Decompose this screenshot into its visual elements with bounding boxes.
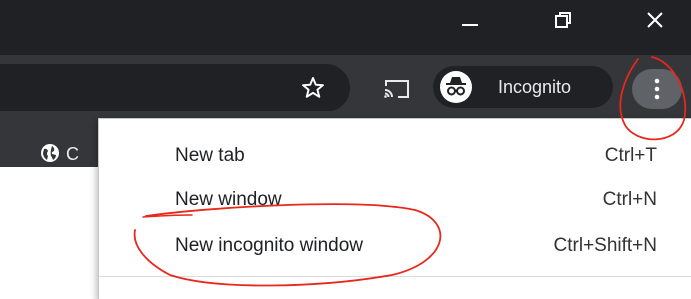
menu-item-new-tab[interactable]: New tab Ctrl+T xyxy=(99,136,691,178)
app-menu-dropdown: New tab Ctrl+T New window Ctrl+N New inc… xyxy=(98,118,691,299)
cast-icon[interactable] xyxy=(383,79,411,99)
menu-separator xyxy=(99,276,691,277)
star-icon[interactable] xyxy=(300,75,326,101)
menu-item-shortcut: Ctrl+T xyxy=(604,145,657,166)
more-menu-button[interactable] xyxy=(632,69,682,109)
restore-icon xyxy=(555,12,571,28)
restore-button[interactable] xyxy=(533,0,593,40)
bookmark-item-label[interactable]: C xyxy=(66,143,79,165)
incognito-profile-button[interactable]: Incognito xyxy=(433,66,613,108)
menu-item-label: New incognito window xyxy=(175,235,363,256)
menu-item-new-incognito-window[interactable]: New incognito window Ctrl+Shift+N xyxy=(99,226,691,268)
minimize-icon xyxy=(462,24,478,26)
menu-item-shortcut: Ctrl+Shift+N xyxy=(553,235,657,256)
title-bar xyxy=(0,0,691,55)
address-bar[interactable] xyxy=(0,64,350,112)
globe-icon xyxy=(41,144,59,162)
more-vertical-icon xyxy=(654,78,660,100)
menu-item-label: New window xyxy=(175,189,282,210)
minimize-button[interactable] xyxy=(440,0,500,40)
menu-item-shortcut: Ctrl+N xyxy=(602,189,657,210)
incognito-label: Incognito xyxy=(498,77,572,97)
close-button[interactable] xyxy=(625,0,685,40)
menu-item-label: New tab xyxy=(175,145,245,166)
incognito-icon xyxy=(446,77,466,96)
incognito-avatar xyxy=(440,71,472,103)
menu-item-new-window[interactable]: New window Ctrl+N xyxy=(99,180,691,222)
close-icon xyxy=(647,12,663,28)
